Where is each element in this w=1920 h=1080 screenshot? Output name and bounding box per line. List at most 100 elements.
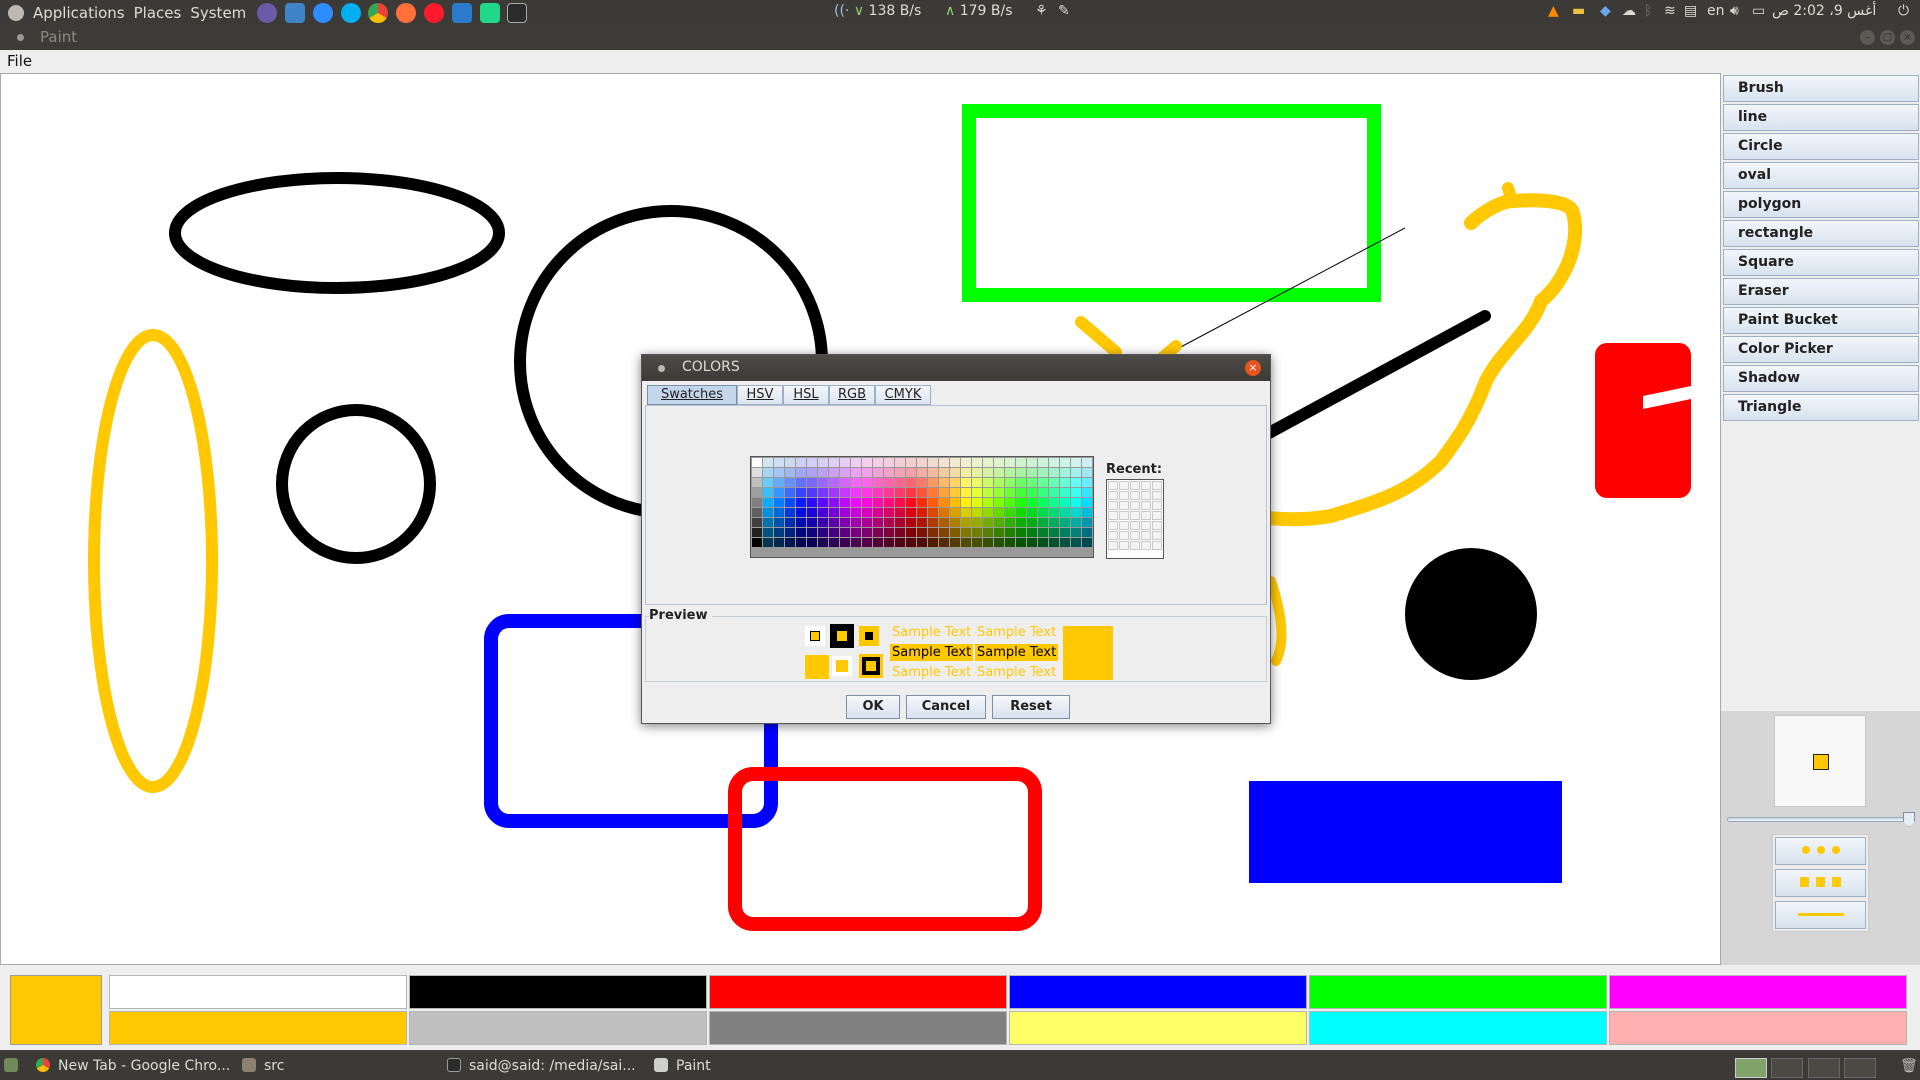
swatch-cell[interactable] <box>862 528 872 537</box>
tab-swatches[interactable]: Swatches <box>647 385 737 405</box>
swatch-cell[interactable] <box>917 458 927 467</box>
swatch-cell[interactable] <box>1038 468 1048 477</box>
file-menu[interactable]: File <box>7 52 32 70</box>
swatch-cell[interactable] <box>939 498 949 507</box>
swatch-cell[interactable] <box>862 538 872 547</box>
files-icon[interactable]: ▬ <box>1572 3 1585 19</box>
swatch-cell[interactable] <box>851 488 861 497</box>
swatch-cell[interactable] <box>818 498 828 507</box>
swatch-cell[interactable] <box>895 528 905 537</box>
swatch-cell[interactable] <box>807 498 817 507</box>
swatch-grid[interactable] <box>750 456 1094 558</box>
swatch-cell[interactable] <box>950 498 960 507</box>
swatch-cell[interactable] <box>895 478 905 487</box>
swatch-cell[interactable] <box>1038 528 1048 537</box>
swatch-cell[interactable] <box>785 468 795 477</box>
swatch-cell[interactable] <box>785 528 795 537</box>
swatch-cell[interactable] <box>807 478 817 487</box>
swatch-cell[interactable] <box>829 498 839 507</box>
swatch-cell[interactable] <box>895 468 905 477</box>
swatch-cell[interactable] <box>972 458 982 467</box>
swatch-cell[interactable] <box>906 528 916 537</box>
recent-swatch-cell[interactable] <box>1119 501 1129 510</box>
swatch-cell[interactable] <box>785 478 795 487</box>
current-color-swatch[interactable] <box>10 975 102 1045</box>
swatch-cell[interactable] <box>818 528 828 537</box>
swatch-cell[interactable] <box>873 518 883 527</box>
dialog-titlebar[interactable]: COLORS × <box>642 355 1270 381</box>
swatch-cell[interactable] <box>972 538 982 547</box>
palette-swatch-yellow[interactable] <box>109 1011 407 1045</box>
swatch-cell[interactable] <box>1027 538 1037 547</box>
vlc-icon[interactable]: ▲ <box>1548 3 1559 19</box>
recent-swatch-cell[interactable] <box>1152 511 1162 520</box>
swatch-cell[interactable] <box>994 468 1004 477</box>
palette-swatch-black[interactable] <box>409 975 707 1009</box>
swatch-cell[interactable] <box>1016 488 1026 497</box>
recent-swatch-cell[interactable] <box>1119 541 1129 550</box>
brush-size-slider-thumb[interactable] <box>1903 812 1915 827</box>
recent-swatch-cell[interactable] <box>1141 481 1151 490</box>
swatch-cell[interactable] <box>785 538 795 547</box>
swatch-cell[interactable] <box>840 478 850 487</box>
palette-swatch-green[interactable] <box>1309 975 1607 1009</box>
cloud-icon[interactable]: ☁ <box>1622 3 1636 19</box>
swatch-cell[interactable] <box>807 518 817 527</box>
recent-swatch-cell[interactable] <box>1141 501 1151 510</box>
swatch-cell[interactable] <box>1049 478 1059 487</box>
swatch-cell[interactable] <box>752 498 762 507</box>
swatch-cell[interactable] <box>1038 538 1048 547</box>
swatch-cell[interactable] <box>906 538 916 547</box>
swatch-cell[interactable] <box>873 478 883 487</box>
swatch-cell[interactable] <box>1060 498 1070 507</box>
swatch-cell[interactable] <box>752 478 762 487</box>
taskbar-item-chrome[interactable]: New Tab - Google Chro... <box>36 1058 230 1078</box>
stroke-dashes-button[interactable] <box>1775 869 1866 897</box>
swatch-cell[interactable] <box>1038 488 1048 497</box>
swatch-cell[interactable] <box>818 488 828 497</box>
tool-rectangle-button[interactable]: rectangle <box>1723 220 1919 247</box>
recent-swatch-cell[interactable] <box>1152 501 1162 510</box>
swatch-cell[interactable] <box>917 538 927 547</box>
recent-swatch-cell[interactable] <box>1152 541 1162 550</box>
recent-swatch-cell[interactable] <box>1108 501 1118 510</box>
swatch-cell[interactable] <box>928 468 938 477</box>
swatch-cell[interactable] <box>840 518 850 527</box>
swatch-cell[interactable] <box>807 458 817 467</box>
stroke-solid-button[interactable] <box>1775 901 1866 929</box>
swatch-cell[interactable] <box>796 488 806 497</box>
swatch-cell[interactable] <box>961 518 971 527</box>
swatch-cell[interactable] <box>840 498 850 507</box>
swatch-cell[interactable] <box>895 508 905 517</box>
ubuntu-logo-icon[interactable] <box>8 4 24 21</box>
swatch-cell[interactable] <box>1016 458 1026 467</box>
wifi-icon[interactable]: ≋ <box>1664 3 1676 19</box>
swatch-cell[interactable] <box>1038 518 1048 527</box>
recent-swatch-cell[interactable] <box>1152 491 1162 500</box>
swatch-cell[interactable] <box>752 538 762 547</box>
swatch-cell[interactable] <box>1082 468 1092 477</box>
zoom-icon[interactable] <box>312 2 333 23</box>
ok-button[interactable]: OK <box>846 695 900 719</box>
swatch-cell[interactable] <box>906 458 916 467</box>
battery-icon[interactable]: ▭ <box>1752 3 1765 19</box>
recent-swatch-cell[interactable] <box>1108 541 1118 550</box>
swatch-cell[interactable] <box>917 528 927 537</box>
swatch-cell[interactable] <box>763 508 773 517</box>
swatch-cell[interactable] <box>785 458 795 467</box>
swatch-cell[interactable] <box>1071 508 1081 517</box>
swatch-cell[interactable] <box>829 458 839 467</box>
swatch-cell[interactable] <box>1027 528 1037 537</box>
swatch-cell[interactable] <box>939 458 949 467</box>
swatch-cell[interactable] <box>983 538 993 547</box>
swatch-cell[interactable] <box>994 488 1004 497</box>
swatch-cell[interactable] <box>994 498 1004 507</box>
palette-swatch-gray[interactable] <box>709 1011 1007 1045</box>
swatch-cell[interactable] <box>1038 508 1048 517</box>
swatch-cell[interactable] <box>961 508 971 517</box>
swatch-cell[interactable] <box>1071 468 1081 477</box>
swatch-cell[interactable] <box>774 498 784 507</box>
swatch-cell[interactable] <box>796 498 806 507</box>
swatch-cell[interactable] <box>763 488 773 497</box>
swatch-cell[interactable] <box>774 458 784 467</box>
